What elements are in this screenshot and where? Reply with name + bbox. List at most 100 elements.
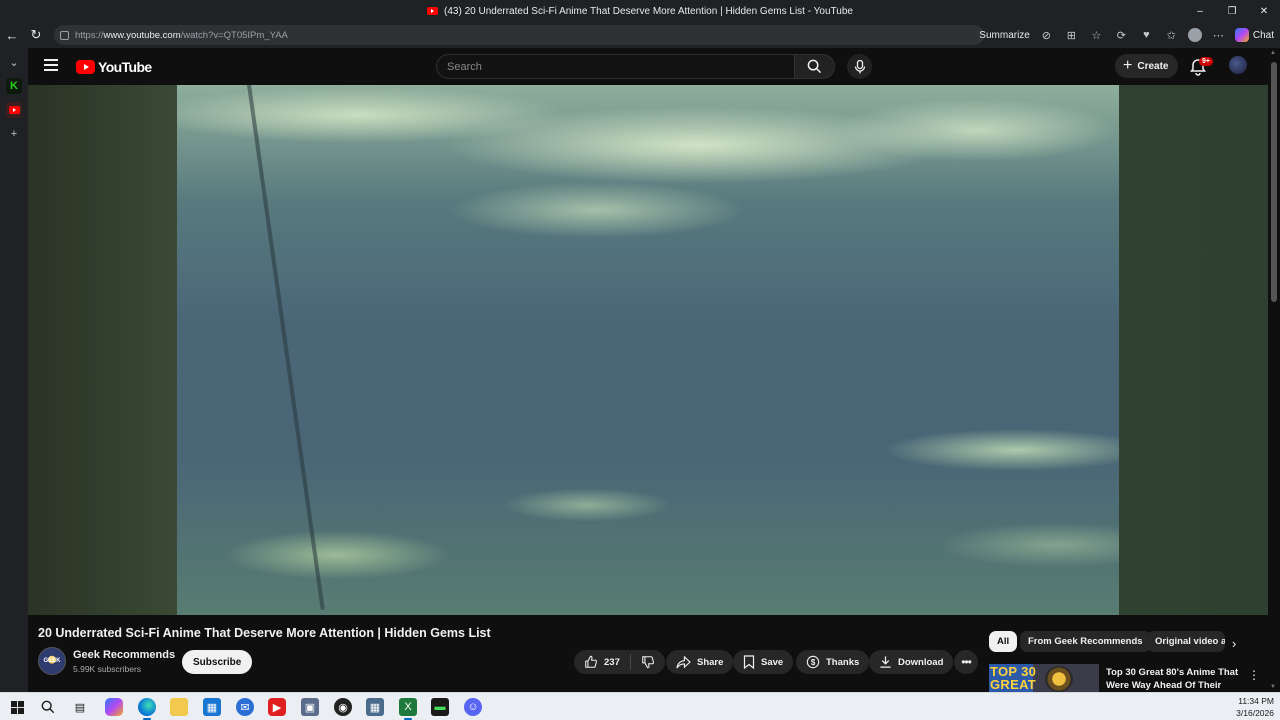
app-available-icon[interactable]: ⊞ — [1063, 27, 1080, 44]
channel-avatar[interactable]: GEEK — [38, 647, 66, 675]
create-button[interactable]: + Create — [1115, 54, 1179, 78]
url-prefix: https:// — [75, 29, 104, 41]
summarize-icon[interactable]: ⊘ — [1038, 27, 1055, 44]
favorite-star-icon[interactable]: ☆ — [1088, 27, 1105, 44]
mail-app-icon[interactable]: ✉ — [236, 698, 254, 716]
menu-icon[interactable] — [44, 59, 58, 71]
download-label: Download — [898, 656, 944, 668]
tab-title-group[interactable]: (43) 20 Underrated Sci-Fi Anime That Des… — [427, 6, 853, 17]
share-button[interactable]: Share — [666, 650, 734, 674]
recommendation-menu-icon[interactable]: ⋮ — [1248, 668, 1260, 682]
windows-taskbar: ▤ ▦ ✉ ▶ ▣ ◉ ▦ X ▬ ☺ — [0, 692, 1280, 720]
restore-button[interactable]: ❐ — [1216, 0, 1248, 22]
plus-icon: + — [1123, 57, 1133, 74]
extensions-icon[interactable]: ⟳ — [1113, 27, 1130, 44]
settings-more-icon[interactable]: ⋯ — [1210, 27, 1227, 44]
window-controls: – ❐ ✕ — [1184, 0, 1280, 22]
share-label: Share — [697, 656, 724, 668]
chip-from-channel[interactable]: From Geek Recommends — [1020, 631, 1151, 652]
youtube-app-icon[interactable]: ▶ — [268, 698, 286, 716]
like-count: 237 — [604, 656, 620, 668]
youtube-logo-icon — [76, 60, 95, 74]
voice-search-button[interactable] — [847, 54, 872, 79]
terminal-icon[interactable]: ▬ — [431, 698, 449, 716]
search-button[interactable] — [794, 54, 835, 79]
copilot-taskbar-icon[interactable] — [105, 698, 123, 716]
tab-title: (43) 20 Underrated Sci-Fi Anime That Des… — [444, 5, 853, 17]
thumbnail-text-line-2: GREAT — [990, 677, 1037, 692]
chip-all[interactable]: All — [989, 631, 1018, 652]
copilot-icon — [1234, 28, 1249, 42]
download-button[interactable]: Download — [869, 650, 954, 674]
youtube-favicon-icon — [427, 7, 439, 15]
video-player[interactable] — [177, 85, 1119, 615]
chevron-down-icon[interactable]: ⌄ — [6, 54, 22, 70]
youtube-logo-text: YouTube — [98, 59, 152, 75]
scrollbar-thumb[interactable] — [1271, 62, 1277, 302]
favorites-icon[interactable]: ✩ — [1163, 27, 1180, 44]
discord-icon[interactable]: ☺ — [464, 698, 482, 716]
create-label: Create — [1137, 60, 1169, 72]
scroll-down-icon[interactable]: ▼ — [1270, 684, 1276, 690]
youtube-small-icon — [8, 106, 20, 114]
recommendation-thumbnail[interactable]: TOP 30 GREAT — [989, 664, 1099, 692]
account-avatar[interactable] — [1229, 56, 1247, 74]
photo-app-icon[interactable]: ▣ — [301, 698, 319, 716]
thumbnail-character — [1045, 666, 1073, 692]
chat-label: Chat — [1252, 29, 1274, 41]
thanks-button[interactable]: $ Thanks — [796, 650, 870, 674]
browser-essentials-icon[interactable]: ♥ — [1138, 27, 1155, 44]
channel-avatar-text: GEEK — [43, 658, 61, 664]
back-arrow-icon[interactable]: ← — [0, 23, 24, 47]
chevron-right-icon[interactable]: › — [1232, 636, 1236, 651]
like-dislike-group: 237 — [574, 650, 665, 674]
like-separator — [629, 654, 631, 670]
magnifier-icon — [41, 700, 55, 714]
site-info-icon[interactable] — [60, 30, 69, 40]
scroll-up-icon[interactable]: ▲ — [1270, 50, 1276, 56]
calculator-icon[interactable]: ▦ — [366, 698, 384, 716]
excel-icon[interactable]: X — [399, 698, 417, 720]
system-clock[interactable]: 11:34 PM 3/16/2026 — [1236, 695, 1274, 719]
clock-date: 3/16/2026 — [1236, 708, 1274, 718]
close-window-button[interactable]: ✕ — [1248, 0, 1280, 22]
profile-icon[interactable] — [1187, 28, 1202, 42]
like-button[interactable]: 237 — [584, 655, 620, 669]
url-bar[interactable]: https://www.youtube.com/watch?v=QT05IPm_… — [54, 25, 984, 45]
svg-text:$: $ — [811, 658, 816, 667]
windows-logo-icon — [10, 700, 24, 714]
task-view-icon[interactable]: ▤ — [71, 698, 89, 716]
thumbs-down-icon[interactable] — [641, 655, 655, 669]
minimize-button[interactable]: – — [1184, 0, 1216, 22]
add-tab-icon[interactable]: + — [6, 126, 22, 142]
page-scrollbar[interactable]: ▲ ▼ — [1268, 48, 1280, 692]
bookmark-icon — [743, 655, 755, 669]
video-title: 20 Underrated Sci-Fi Anime That Deserve … — [38, 626, 491, 640]
youtube-tab-icon[interactable] — [6, 102, 22, 118]
url-host: www.youtube.com — [103, 29, 181, 41]
thanks-dollar-icon: $ — [806, 655, 820, 669]
kick-tab-icon[interactable]: K — [6, 78, 22, 94]
search-input[interactable] — [436, 54, 794, 79]
windows-start-icon[interactable] — [8, 698, 26, 716]
taskbar-search-icon[interactable] — [39, 698, 57, 716]
copilot-chat-button[interactable]: Chat — [1234, 28, 1274, 42]
media-player-icon[interactable]: ◉ — [334, 698, 352, 716]
summarize-button[interactable]: Summarize — [979, 30, 1030, 41]
address-toolbar: ← ↻ https://www.youtube.com/watch?v=QT05… — [0, 22, 1280, 48]
more-actions-icon[interactable]: ••• — [954, 650, 978, 674]
save-button[interactable]: Save — [733, 650, 794, 674]
browser-title-bar: (43) 20 Underrated Sci-Fi Anime That Des… — [0, 0, 1280, 22]
save-label: Save — [761, 656, 784, 668]
refresh-icon[interactable]: ↻ — [24, 23, 48, 47]
youtube-logo[interactable]: YouTube — [76, 59, 152, 75]
edge-browser-icon[interactable] — [138, 698, 156, 720]
browser-sidebar: ⌄ K + — [0, 48, 28, 692]
subscribe-button[interactable]: Subscribe — [182, 650, 253, 674]
subscriber-count: 5.99K subscribers — [73, 664, 142, 674]
share-icon — [676, 655, 691, 668]
store-icon[interactable]: ▦ — [203, 698, 221, 716]
file-explorer-icon[interactable] — [170, 698, 188, 716]
chip-original-video[interactable]: Original video a — [1147, 631, 1225, 652]
channel-name[interactable]: Geek Recommends — [73, 649, 175, 661]
